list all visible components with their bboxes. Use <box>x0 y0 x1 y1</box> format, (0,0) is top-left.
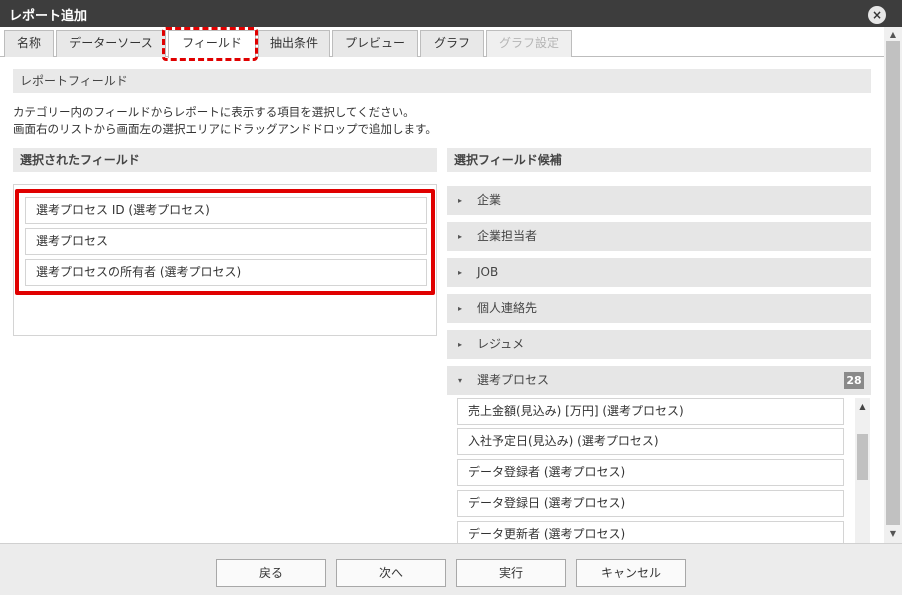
scrollbar-thumb[interactable] <box>857 434 868 480</box>
dialog-footer: 戻る 次へ 実行 キャンセル <box>0 543 902 595</box>
field-count-badge: 28 <box>844 372 864 389</box>
tab-highlight-annotation <box>162 27 258 61</box>
candidate-fields-heading: 選択フィールド候補 <box>447 148 871 172</box>
dialog-scrollbar[interactable]: ▲ ▼ <box>884 27 902 543</box>
category-label: 企業 <box>477 193 502 207</box>
category-job[interactable]: ▸ JOB <box>447 258 871 287</box>
candidate-list-scrollbar[interactable]: ▲ <box>855 398 870 543</box>
chevron-right-icon: ▸ <box>458 232 463 241</box>
scroll-down-icon[interactable]: ▼ <box>884 529 902 538</box>
selected-fields-highlight-annotation <box>15 189 435 295</box>
category-company[interactable]: ▸ 企業 <box>447 186 871 215</box>
instructions-line-1: カテゴリー内のフィールドからレポートに表示する項目を選択してください。 <box>13 105 415 119</box>
tab-datasource[interactable]: データーソース <box>56 30 166 57</box>
report-field-heading: レポートフィールド <box>13 69 871 93</box>
category-label: 個人連絡先 <box>477 301 538 315</box>
tab-preview[interactable]: プレビュー <box>332 30 418 57</box>
tab-graph-settings: グラフ設定 <box>486 30 572 57</box>
instructions: カテゴリー内のフィールドからレポートに表示する項目を選択してください。 画面右の… <box>13 104 437 138</box>
cancel-button[interactable]: キャンセル <box>576 559 686 587</box>
category-resume[interactable]: ▸ レジュメ <box>447 330 871 359</box>
candidate-field-item[interactable]: データ更新者 (選考プロセス) <box>457 521 844 543</box>
dialog-titlebar: レポート追加 × <box>0 0 902 27</box>
category-label: 企業担当者 <box>477 229 538 243</box>
candidate-field-item[interactable]: データ登録者 (選考プロセス) <box>457 459 844 486</box>
category-company-contact[interactable]: ▸ 企業担当者 <box>447 222 871 251</box>
tab-filter[interactable]: 抽出条件 <box>258 30 330 57</box>
candidate-field-item[interactable]: データ登録日 (選考プロセス) <box>457 490 844 517</box>
category-label: 選考プロセス <box>477 373 550 387</box>
scroll-up-icon[interactable]: ▲ <box>884 30 902 39</box>
close-icon[interactable]: × <box>868 6 886 24</box>
category-selection-process[interactable]: ▾ 選考プロセス 28 <box>447 366 871 395</box>
candidate-field-item[interactable]: 入社予定日(見込み) (選考プロセス) <box>457 428 844 455</box>
chevron-down-icon: ▾ <box>458 376 463 385</box>
candidate-field-item[interactable]: 売上金額(見込み) [万円] (選考プロセス) <box>457 398 844 425</box>
tab-name[interactable]: 名称 <box>4 30 54 57</box>
instructions-line-2: 画面右のリストから画面左の選択エリアにドラッグアンドドロップで追加します。 <box>13 122 437 136</box>
chevron-right-icon: ▸ <box>458 196 463 205</box>
category-label: レジュメ <box>477 337 525 351</box>
category-personal-contact[interactable]: ▸ 個人連絡先 <box>447 294 871 323</box>
run-button[interactable]: 実行 <box>456 559 566 587</box>
tab-graph[interactable]: グラフ <box>420 30 484 57</box>
selected-fields-heading: 選択されたフィールド <box>13 148 437 172</box>
candidate-field-list[interactable]: 売上金額(見込み) [万円] (選考プロセス) 入社予定日(見込み) (選考プロ… <box>447 398 871 543</box>
next-button[interactable]: 次へ <box>336 559 446 587</box>
scroll-up-icon[interactable]: ▲ <box>855 402 870 411</box>
tab-bar: 名称 データーソース フィールド 抽出条件 プレビュー グラフ グラフ設定 <box>0 27 902 58</box>
scrollbar-thumb[interactable] <box>886 41 900 525</box>
chevron-right-icon: ▸ <box>458 340 463 349</box>
back-button[interactable]: 戻る <box>216 559 326 587</box>
dialog-title: レポート追加 <box>9 9 88 24</box>
chevron-right-icon: ▸ <box>458 268 463 277</box>
chevron-right-icon: ▸ <box>458 304 463 313</box>
category-label: JOB <box>477 265 499 279</box>
